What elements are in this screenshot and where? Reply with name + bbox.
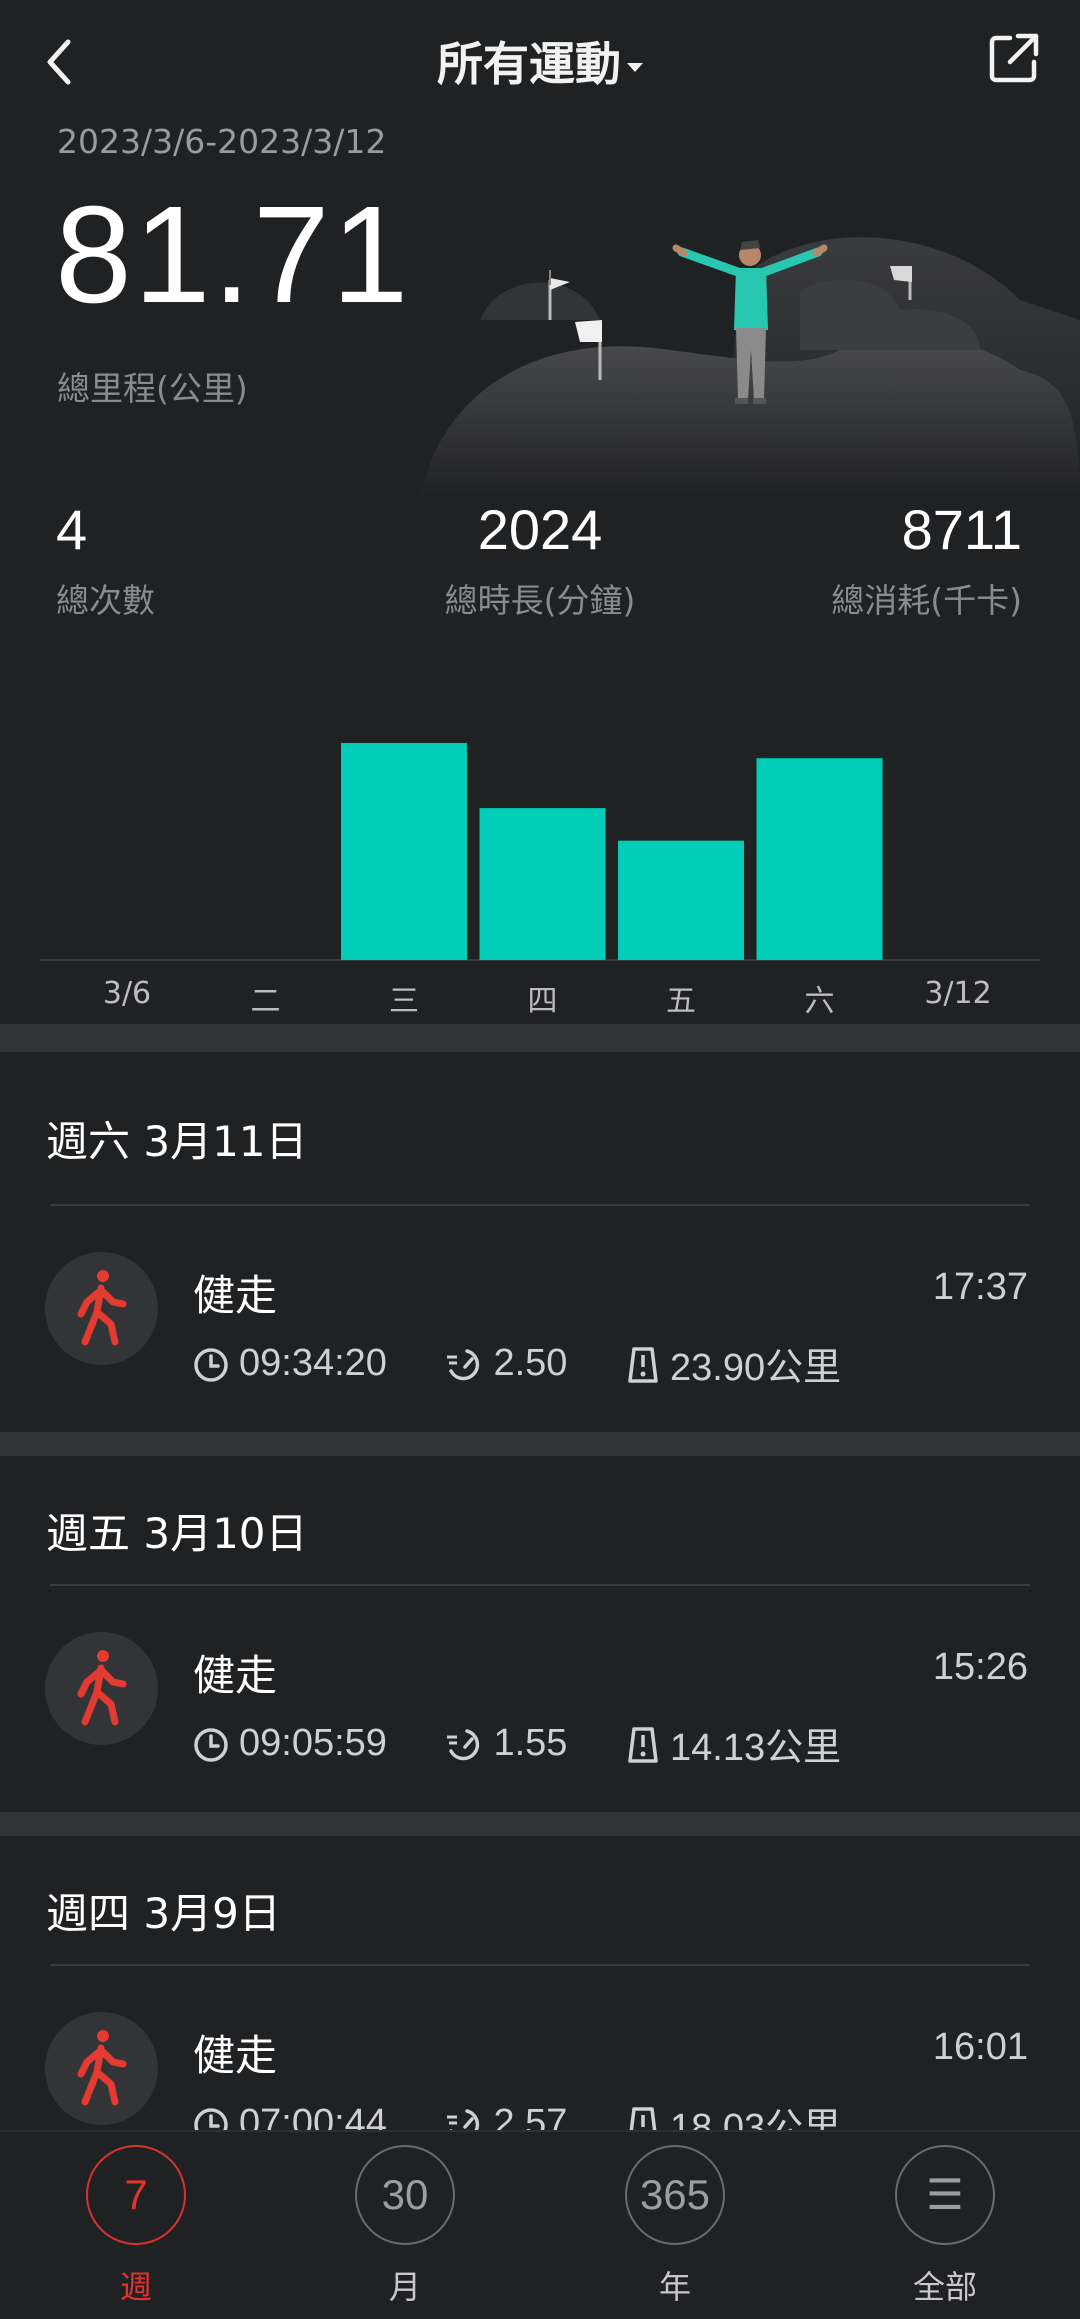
total-distance-value: 81.71: [55, 178, 411, 332]
duration-value: 09:05:59: [239, 1722, 387, 1764]
nav-year-label[interactable]: 年: [625, 2262, 725, 2308]
duration-value: 09:34:20: [239, 1342, 387, 1384]
walking-icon-avatar[interactable]: [45, 2012, 158, 2125]
total-distance-label: 總里程(公里): [57, 369, 248, 408]
activity-time: 16:01: [932, 2026, 1028, 2068]
weekly-distance-bar-chart[interactable]: [40, 700, 1040, 1020]
chart-x-label: 二: [250, 984, 281, 1019]
distance-value: 23.90公里: [670, 1347, 842, 1389]
activity-name[interactable]: 健走: [193, 1262, 277, 1323]
distance-value: 14.13公里: [670, 1727, 842, 1769]
mountain-hiker-illustration: [420, 237, 1080, 500]
chart-x-label: 3/6: [102, 976, 152, 1011]
clock-icon: [193, 1342, 239, 1385]
nav-all-button[interactable]: ☰: [895, 2145, 995, 2245]
activity-time: 17:37: [932, 1266, 1028, 1308]
chart-bar-5[interactable]: [756, 758, 883, 960]
distance-icon: [626, 1342, 670, 1385]
share-icon[interactable]: [986, 30, 1042, 86]
section-separator: [0, 1024, 1080, 1052]
activity-name[interactable]: 健走: [193, 1642, 277, 1703]
nav-year-button[interactable]: 365: [625, 2145, 725, 2245]
chart-x-label: 五: [666, 984, 696, 1019]
distance-icon: [626, 1722, 670, 1765]
chart-bar-4[interactable]: [618, 840, 744, 960]
page-title-text: 所有運動: [437, 37, 621, 91]
walking-icon-avatar[interactable]: [45, 1252, 158, 1365]
pace-value: 1.55: [493, 1722, 568, 1764]
nav-all-label[interactable]: 全部: [895, 2262, 995, 2308]
nav-month-label[interactable]: 月: [355, 2262, 455, 2308]
total-calories-label: 總消耗(千卡): [831, 581, 1022, 620]
divider: [50, 1204, 1030, 1206]
section-separator: [0, 1432, 1080, 1456]
chart-x-label: 四: [527, 984, 558, 1019]
divider: [50, 1584, 1030, 1586]
chart-x-label: 三: [389, 984, 419, 1019]
walking-icon: [77, 2030, 127, 2106]
day-header: 週四 3月9日: [46, 1889, 281, 1938]
divider: [50, 1964, 1030, 1966]
pace-icon: [445, 1342, 493, 1385]
nav-week-button[interactable]: 7: [86, 2145, 186, 2245]
section-separator: [0, 1812, 1080, 1836]
date-range: 2023/3/6-2023/3/12: [57, 122, 387, 161]
chart-bar-3[interactable]: [479, 808, 606, 960]
walking-icon-avatar[interactable]: [45, 1632, 158, 1745]
clock-icon: [193, 1722, 239, 1765]
activity-name[interactable]: 健走: [193, 2022, 277, 2083]
pace-value: 2.50: [493, 1342, 568, 1384]
chart-x-label: 3/12: [924, 976, 992, 1011]
activity-metrics: 09:05:59 1.55 14.13公里: [193, 1716, 841, 1771]
nav-month-button[interactable]: 30: [355, 2145, 455, 2245]
pace-icon: [445, 1722, 493, 1765]
day-header: 週六 3月11日: [46, 1117, 308, 1166]
activity-time: 15:26: [932, 1646, 1028, 1688]
activity-metrics: 09:34:20 2.50 23.90公里: [193, 1336, 841, 1391]
total-calories-value: 8711: [901, 498, 1022, 561]
walking-icon: [77, 1650, 127, 1726]
day-header: 週五 3月10日: [46, 1509, 308, 1558]
walking-icon: [77, 1270, 127, 1346]
nav-week-label[interactable]: 週: [86, 2262, 186, 2308]
dropdown-caret-icon: [627, 63, 643, 72]
chart-bar-2[interactable]: [341, 743, 467, 960]
page-title[interactable]: 所有運動: [0, 28, 1080, 94]
chart-x-label: 六: [804, 984, 835, 1019]
